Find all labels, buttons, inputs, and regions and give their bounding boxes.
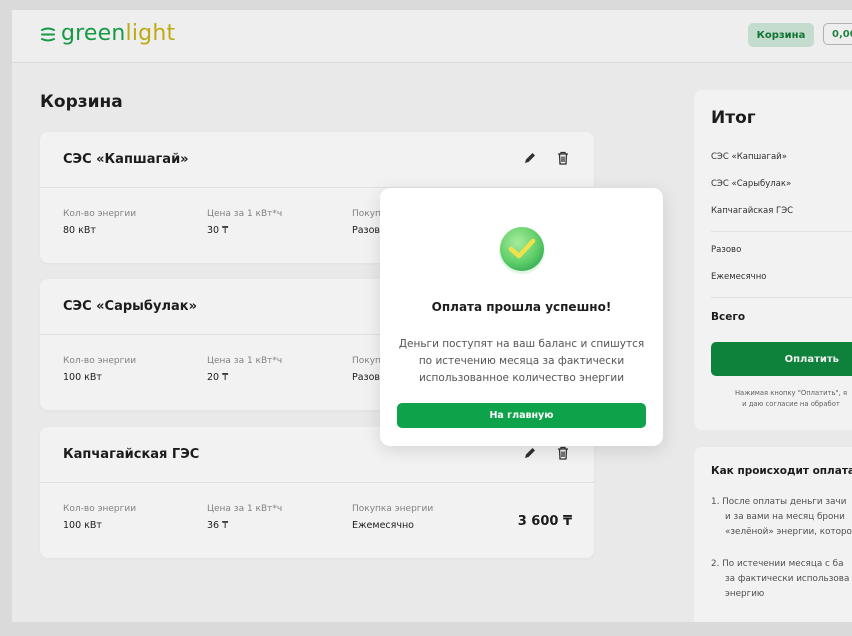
go-home-button[interactable]: На главную — [397, 403, 646, 428]
payment-success-modal: Оплата прошла успешно! Деньги поступят н… — [380, 188, 663, 446]
check-circle-icon — [499, 227, 545, 274]
modal-text: Деньги поступят на ваш баланс и спишутся… — [398, 338, 645, 384]
modal-title: Оплата прошла успешно! — [431, 300, 612, 314]
